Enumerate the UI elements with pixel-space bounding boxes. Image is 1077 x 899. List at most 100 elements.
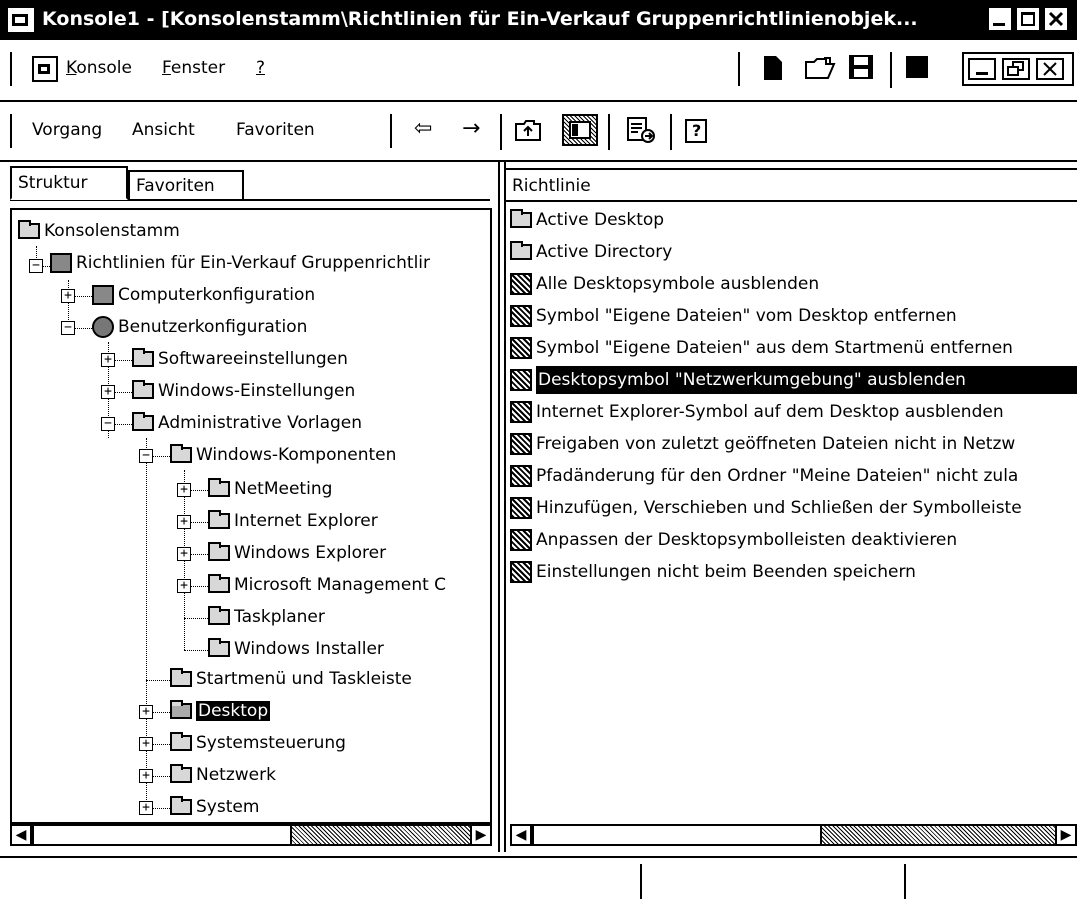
expand-network-toggle[interactable]: +: [139, 769, 153, 783]
folder-icon: [132, 348, 154, 367]
tree-horizontal-scrollbar[interactable]: ◀ ▶: [10, 824, 492, 848]
list-horizontal-scrollbar[interactable]: ◀ ▶: [510, 824, 1077, 848]
scroll-left-button[interactable]: ◀: [510, 824, 532, 846]
open-folder-icon: [170, 700, 192, 719]
new-document-icon[interactable]: [762, 54, 784, 87]
expand-winsettings-toggle[interactable]: +: [101, 385, 115, 399]
tree-item-network[interactable]: Netzwerk: [170, 760, 276, 790]
child-minimize-button[interactable]: [968, 58, 996, 80]
menu-vorgang[interactable]: Vorgang: [32, 120, 102, 140]
tree-item-taskplaner[interactable]: Taskplaner: [208, 602, 325, 632]
tree-item-internet-explorer[interactable]: Internet Explorer: [208, 506, 378, 536]
expand-software-toggle[interactable]: +: [101, 353, 115, 367]
menubar-grip[interactable]: [10, 52, 15, 86]
list-item[interactable]: Freigaben von zuletzt geöffneten Dateien…: [510, 429, 1015, 459]
expand-computer-toggle[interactable]: +: [61, 289, 75, 303]
export-list-icon[interactable]: [626, 116, 656, 149]
menu-favoriten[interactable]: Favoriten: [236, 120, 315, 140]
tree-item-netmeeting[interactable]: NetMeeting: [208, 474, 332, 504]
list-item[interactable]: Symbol "Eigene Dateien" vom Desktop entf…: [510, 301, 957, 331]
pane-splitter[interactable]: [498, 162, 500, 852]
save-icon[interactable]: [848, 54, 874, 85]
menu-konsole[interactable]: Konsole: [66, 58, 132, 78]
list-item[interactable]: Pfadänderung für den Ordner "Meine Datei…: [510, 461, 1018, 491]
expand-controlpanel-toggle[interactable]: +: [139, 737, 153, 751]
tree-item-system[interactable]: System: [170, 792, 259, 822]
folder-icon: [510, 209, 532, 228]
svg-text:?: ?: [692, 121, 701, 140]
scroll-thumb[interactable]: [532, 824, 822, 846]
toolbar-grip[interactable]: [738, 52, 743, 86]
tree-item-controlpanel[interactable]: Systemsteuerung: [170, 728, 346, 758]
tree-item-windows-explorer[interactable]: Windows Explorer: [208, 538, 386, 568]
tree-item-desktop[interactable]: Desktop: [170, 696, 271, 726]
tree-item-mmc[interactable]: Microsoft Management C: [208, 570, 446, 600]
minimize-button[interactable]: [988, 7, 1012, 31]
menu-ansicht[interactable]: Ansicht: [132, 120, 195, 140]
up-one-level-icon[interactable]: [514, 118, 542, 147]
tab-struktur[interactable]: Struktur: [10, 166, 128, 200]
tree-item-software[interactable]: Softwareeinstellungen: [132, 344, 348, 374]
column-header-richtlinie[interactable]: Richtlinie: [512, 176, 591, 196]
expand-explorer-toggle[interactable]: +: [177, 547, 191, 561]
expand-netmeeting-toggle[interactable]: +: [177, 483, 191, 497]
open-folder-icon[interactable]: [804, 54, 836, 87]
forward-arrow-icon[interactable]: →: [462, 116, 480, 141]
tree-item-root[interactable]: Konsolenstamm: [18, 216, 180, 246]
collapse-components-toggle[interactable]: −: [139, 449, 153, 463]
collapse-user-toggle[interactable]: −: [61, 321, 75, 335]
action-toolbar: Vorgang Ansicht Favoriten ⇦ → ?: [0, 102, 1077, 162]
console-tree[interactable]: − + − + + − − + + + + + + + + Konsolenst…: [10, 208, 492, 824]
policy-setting-icon: [510, 529, 532, 551]
list-header[interactable]: Richtlinie: [506, 168, 1077, 202]
console-tree-icon[interactable]: [906, 56, 928, 83]
tree-item-startmenu[interactable]: Startmenü und Taskleiste: [170, 664, 412, 694]
child-close-button[interactable]: [1036, 58, 1064, 80]
policy-setting-icon: [510, 401, 532, 423]
list-item[interactable]: Symbol "Eigene Dateien" aus dem Startmen…: [510, 333, 1013, 363]
scroll-right-button[interactable]: ▶: [1055, 824, 1077, 846]
menu-help[interactable]: ?: [256, 58, 265, 78]
close-icon: [1043, 62, 1057, 76]
expand-mmc-toggle[interactable]: +: [177, 579, 191, 593]
expand-system-toggle[interactable]: +: [139, 801, 153, 815]
expand-desktop-toggle[interactable]: +: [139, 705, 153, 719]
list-item[interactable]: Alle Desktopsymbole ausblenden: [510, 269, 819, 299]
list-item[interactable]: Internet Explorer-Symbol auf dem Desktop…: [510, 397, 1004, 427]
actionbar-grip[interactable]: [10, 114, 15, 148]
close-button[interactable]: [1044, 7, 1068, 31]
help-icon[interactable]: ?: [684, 116, 712, 149]
tree-item-gpo[interactable]: Richtlinien für Ein-Verkauf Gruppenricht…: [50, 248, 430, 278]
scroll-left-button[interactable]: ◀: [10, 824, 32, 846]
list-item[interactable]: Anpassen der Desktopsymbolleisten deakti…: [510, 525, 957, 555]
tree-item-windows-installer[interactable]: Windows Installer: [208, 634, 384, 664]
list-item[interactable]: Hinzufügen, Verschieben und Schließen de…: [510, 493, 1022, 523]
tree-item-windows-settings[interactable]: Windows-Einstellungen: [132, 376, 355, 406]
maximize-button[interactable]: [1016, 7, 1040, 31]
tree-item-computer[interactable]: Computerkonfiguration: [92, 280, 315, 310]
collapse-admin-toggle[interactable]: −: [101, 417, 115, 431]
tab-favoriten[interactable]: Favoriten: [128, 170, 244, 200]
folder-icon: [208, 478, 230, 497]
tree-item-user[interactable]: Benutzerkonfiguration: [92, 312, 307, 342]
list-item[interactable]: Einstellungen nicht beim Beenden speiche…: [510, 557, 916, 587]
status-divider: [904, 864, 906, 899]
collapse-gpo-toggle[interactable]: −: [29, 259, 43, 273]
show-hide-tree-icon[interactable]: [562, 114, 598, 146]
menu-fenster[interactable]: Fenster: [162, 58, 225, 78]
folder-icon: [170, 444, 192, 463]
list-item-selected[interactable]: Desktopsymbol "Netzwerkumgebung" ausblen…: [510, 365, 1077, 395]
back-arrow-icon[interactable]: ⇦: [414, 116, 432, 141]
scroll-thumb[interactable]: [32, 824, 292, 846]
menu-bar: Konsole Fenster ?: [0, 42, 1077, 102]
list-item[interactable]: Active Desktop: [510, 205, 664, 235]
scroll-right-button[interactable]: ▶: [470, 824, 492, 846]
title-bar[interactable]: Konsole1 - [Konsolenstamm\Richtlinien fü…: [0, 0, 1077, 42]
child-restore-button[interactable]: [1002, 58, 1030, 80]
navbar-grip[interactable]: [390, 114, 395, 148]
expand-ie-toggle[interactable]: +: [177, 515, 191, 529]
tree-item-admin-templates[interactable]: Administrative Vorlagen: [132, 408, 362, 438]
list-item[interactable]: Active Directory: [510, 237, 672, 267]
tree-item-windows-components[interactable]: Windows-Komponenten: [170, 440, 396, 470]
pane-splitter-right[interactable]: [504, 162, 506, 852]
